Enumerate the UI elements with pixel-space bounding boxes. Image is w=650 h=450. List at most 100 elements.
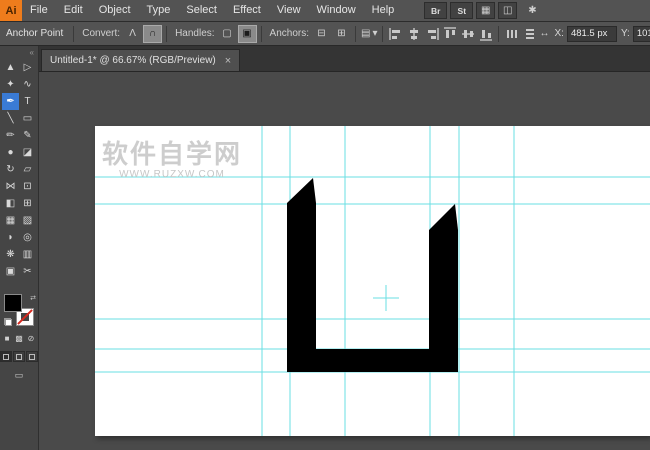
document-setup-icon[interactable]: ▤ (360, 25, 371, 43)
bottom-bar-shape[interactable] (287, 349, 458, 372)
rotate-tool[interactable]: ↻ (2, 161, 19, 178)
document-area: Untitled-1* @ 66.67% (RGB/Preview) × 软件自… (39, 46, 650, 450)
control-panel: Anchor Point Convert: Λ∩ Handles: ▢▣ Anc… (0, 22, 650, 46)
draw-normal-icon (3, 354, 9, 360)
menu-view[interactable]: View (269, 0, 309, 21)
x-input[interactable]: 481.5 px (567, 26, 617, 42)
hide-handles-icon[interactable]: ▢ (218, 25, 237, 43)
transform-icon[interactable]: ↔ (538, 25, 550, 43)
shape-builder-tool[interactable]: ◧ (2, 195, 19, 212)
scale-tool[interactable]: ▱ (19, 161, 36, 178)
cut-path-icon[interactable]: ⊞ (332, 25, 351, 43)
slice-tool[interactable]: ✂ (19, 263, 36, 280)
pencil-tool[interactable]: ✎ (19, 127, 36, 144)
convert-to-smooth-icon[interactable]: ∩ (143, 25, 162, 43)
divider (355, 26, 356, 42)
selection-tool[interactable]: ▲ (2, 59, 19, 76)
menu-effect[interactable]: Effect (225, 0, 269, 21)
document-tab[interactable]: Untitled-1* @ 66.67% (RGB/Preview) × (41, 49, 240, 71)
gradient-tool[interactable]: ▨ (19, 212, 36, 229)
draw-inside-icon (29, 354, 35, 360)
handles-buttons: ▢▣ (218, 25, 257, 43)
handles-label: Handles: (175, 28, 214, 39)
document-tab-strip: Untitled-1* @ 66.67% (RGB/Preview) × (39, 46, 650, 72)
perspective-grid-tool[interactable]: ⊞ (19, 195, 36, 212)
align-left-button[interactable] (387, 26, 404, 42)
arrange-documents-icon[interactable]: ▦ (476, 2, 495, 19)
draw-modes (0, 351, 38, 362)
align-center-vertical-button[interactable] (459, 26, 476, 42)
artboard[interactable]: 软件自学网 WWW.RUZXW.COM (95, 126, 650, 436)
draw-behind-button[interactable] (13, 351, 25, 362)
align-top-button[interactable] (441, 26, 458, 42)
pen-tool[interactable]: ✒ (2, 93, 19, 110)
blob-brush-tool[interactable]: ● (2, 144, 19, 161)
convert-buttons: Λ∩ (123, 25, 162, 43)
color-button[interactable]: ■ (3, 334, 12, 343)
y-label: Y: (621, 28, 630, 39)
fill-swatch[interactable] (4, 294, 22, 312)
convert-to-corner-icon[interactable]: Λ (123, 25, 142, 43)
direct-selection-tool[interactable]: ▷ (19, 59, 36, 76)
width-tool[interactable]: ⋈ (2, 178, 19, 195)
blend-tool[interactable]: ◎ (19, 229, 36, 246)
symbol-sprayer-tool[interactable]: ❋ (2, 246, 19, 263)
default-fill-stroke-icon[interactable] (4, 318, 12, 326)
left-stem-shape[interactable] (287, 178, 316, 372)
type-tool[interactable]: T (19, 93, 36, 110)
menu-help[interactable]: Help (364, 0, 403, 21)
artboard-tool[interactable]: ▣ (2, 263, 19, 280)
remove-anchor-icon[interactable]: ⊟ (312, 25, 331, 43)
bridge-button[interactable]: Br (424, 2, 447, 19)
menu-file[interactable]: File (22, 0, 56, 21)
menu-object[interactable]: Object (91, 0, 139, 21)
workspace-switcher-icon[interactable]: ✱ (528, 5, 536, 16)
column-graph-tool[interactable]: ▥ (19, 246, 36, 263)
main-area: « ▲▷✦∿✒T╲▭✏✎●◪↻▱⋈⊡◧⊞▦▨◗◎❋▥▣✂ ⇄ ■ ▩ ⊘ (0, 46, 650, 450)
anchors-label: Anchors: (270, 28, 309, 39)
tab-close-icon[interactable]: × (225, 56, 231, 66)
divider (166, 26, 167, 42)
right-stem-shape[interactable] (429, 204, 458, 372)
distribute-horizontal-button[interactable] (503, 26, 520, 42)
mesh-tool[interactable]: ▦ (2, 212, 19, 229)
none-button[interactable]: ⊘ (27, 334, 36, 343)
document-setup-dropdown-icon[interactable]: ▾ (371, 25, 378, 43)
style-button[interactable]: St (450, 2, 473, 19)
menu-bar-buttons: Br St ▦ ◫ ✱ (424, 2, 536, 19)
anchors-buttons: ⊟⊞ (312, 25, 351, 43)
lasso-tool[interactable]: ∿ (19, 76, 36, 93)
rectangle-tool[interactable]: ▭ (19, 110, 36, 127)
free-transform-tool[interactable]: ⊡ (19, 178, 36, 195)
line-segment-tool[interactable]: ╲ (2, 110, 19, 127)
illustrator-logo-icon[interactable]: Ai (0, 0, 22, 21)
divider (261, 26, 262, 42)
show-handles-icon[interactable]: ▣ (238, 25, 257, 43)
align-right-button[interactable] (423, 26, 440, 42)
distribute-vertical-button[interactable] (521, 26, 538, 42)
divider (498, 26, 499, 42)
screen-mode-button[interactable]: ▭ (15, 370, 24, 381)
magic-wand-tool[interactable]: ✦ (2, 76, 19, 93)
y-input[interactable]: 101.5 px (633, 26, 650, 42)
swap-fill-stroke-icon[interactable]: ⇄ (30, 294, 36, 302)
document-layout-icon[interactable]: ◫ (498, 2, 517, 19)
align-center-horizontal-button[interactable] (405, 26, 422, 42)
default-stroke-mini (5, 319, 12, 326)
gradient-button[interactable]: ▩ (15, 334, 24, 343)
tools-collapse-button[interactable]: « (30, 48, 34, 57)
draw-inside-button[interactable] (26, 351, 38, 362)
artboard-svg[interactable] (95, 126, 650, 436)
menu-edit[interactable]: Edit (56, 0, 91, 21)
menu-type[interactable]: Type (139, 0, 179, 21)
menu-window[interactable]: Window (309, 0, 364, 21)
align-bottom-button[interactable] (477, 26, 494, 42)
eraser-tool[interactable]: ◪ (19, 144, 36, 161)
canvas[interactable]: 软件自学网 WWW.RUZXW.COM (39, 72, 650, 450)
paintbrush-tool[interactable]: ✏ (2, 127, 19, 144)
draw-normal-button[interactable] (0, 351, 12, 362)
divider (382, 26, 383, 42)
eyedropper-tool[interactable]: ◗ (2, 229, 19, 246)
illustrator-window: Ai FileEditObjectTypeSelectEffectViewWin… (0, 0, 650, 450)
menu-select[interactable]: Select (178, 0, 225, 21)
